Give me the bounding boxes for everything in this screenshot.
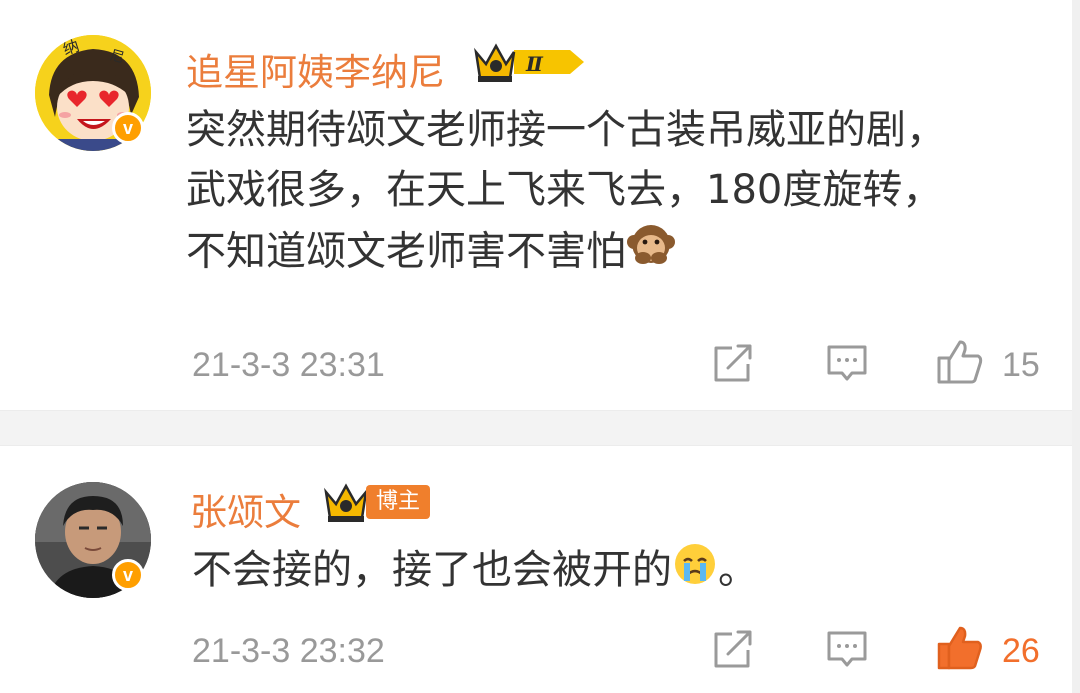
repost-button[interactable]: [712, 630, 754, 674]
comment-author-name[interactable]: 张颂文: [190, 482, 301, 536]
comment-icon: [827, 631, 867, 667]
comment-author-name[interactable]: 追星阿姨李纳尼: [186, 42, 445, 96]
crying-face-emoji: [672, 541, 718, 604]
crying-face-icon: [675, 543, 715, 584]
crown-icon: [324, 483, 368, 522]
verified-icon: v: [112, 112, 144, 144]
share-icon: [714, 344, 752, 382]
like-button[interactable]: [936, 338, 984, 390]
comment-text-segment: 不知道颂文老师害不害怕: [186, 228, 626, 275]
svg-text:Ⅱ: Ⅱ: [525, 52, 544, 76]
comment-icon: [827, 345, 867, 381]
monkey-emoji-icon: [627, 225, 675, 264]
like-count: 26: [1002, 632, 1040, 670]
repost-button[interactable]: [712, 344, 754, 388]
scroll-edge: [1072, 0, 1080, 693]
comment-text-line: 不知道颂文老师害不害怕: [186, 220, 946, 287]
comment-divider: [0, 410, 1080, 446]
reply-button[interactable]: [826, 630, 868, 674]
comment-text-line: 武戏很多，在天上飞来飞去，180度旋转，: [186, 167, 943, 213]
comment-timestamp: 21-3-3 23:32: [192, 632, 385, 670]
thumbs-up-icon: [937, 340, 983, 384]
comment-text: 突然期待颂文老师接一个古装吊威亚的剧， 武戏很多，在天上飞来飞去，180度旋转，…: [186, 100, 946, 287]
comment-text: 不会接的，接了也会被开的 。: [192, 540, 758, 604]
thumbs-up-filled-icon: [937, 626, 982, 670]
verified-icon: v: [112, 559, 144, 591]
like-button[interactable]: [936, 624, 984, 676]
fan-level-badge: Ⅱ: [470, 40, 588, 88]
comment-text-segment: 不会接的，接了也会被开的: [192, 547, 672, 593]
see-no-evil-monkey-emoji: [626, 220, 676, 287]
like-count: 15: [1002, 346, 1040, 384]
comment-text-line: 突然期待颂文老师接一个古装吊威亚的剧，: [186, 107, 946, 153]
comment-text-segment: 。: [718, 547, 758, 593]
blogger-badge-label: 博主: [366, 485, 430, 519]
comment-item: 纳 尼 v 追星阿姨李纳尼 Ⅱ 突然期待颂文老师接一个古装吊威亚的剧， 武戏很多…: [0, 0, 1080, 410]
reply-button[interactable]: [826, 344, 868, 388]
comment-item: v 张颂文 博主 不会接的，接了也会被开的 。 21-3-3 23:32 26: [0, 446, 1080, 693]
crown-icon: Ⅱ: [474, 43, 584, 82]
comment-timestamp: 21-3-3 23:31: [192, 346, 385, 384]
share-icon: [714, 630, 752, 668]
